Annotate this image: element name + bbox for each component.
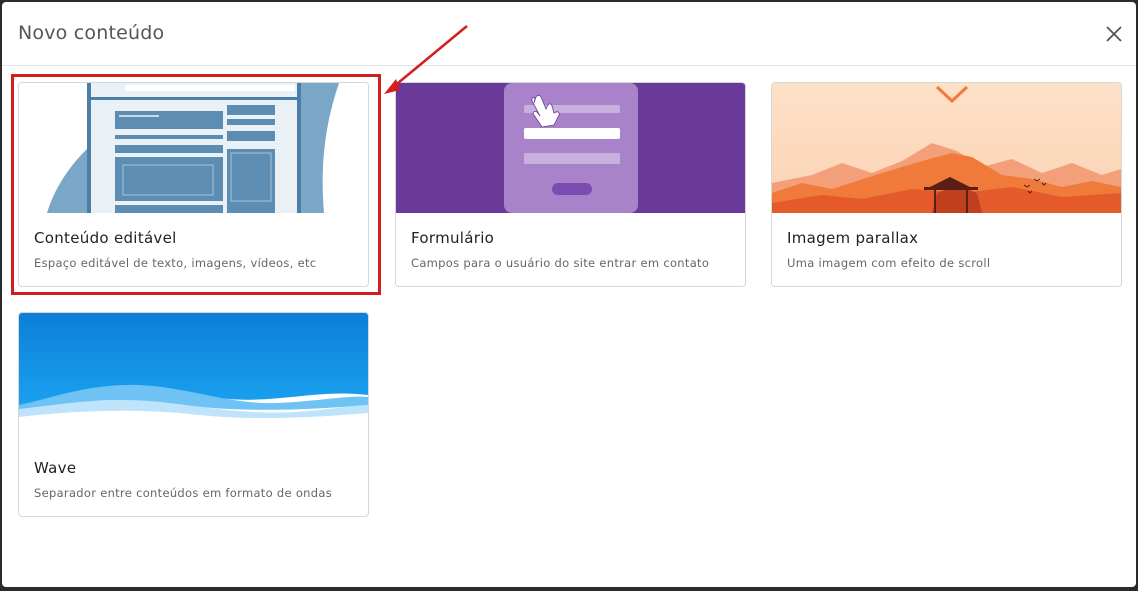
card-title: Imagem parallax [787, 229, 919, 247]
card-title: Wave [34, 459, 77, 477]
editable-content-thumbnail [19, 83, 368, 213]
card-description: Separador entre conteúdos em formato de … [34, 486, 332, 500]
close-button[interactable] [1102, 22, 1126, 46]
close-icon [1106, 26, 1122, 42]
modal-header: Novo conteúdo [2, 2, 1136, 66]
card-description: Espaço editável de texto, imagens, vídeo… [34, 256, 317, 270]
card-title: Conteúdo editável [34, 229, 177, 247]
card-editable-content[interactable]: Conteúdo editável Espaço editável de tex… [18, 82, 369, 287]
card-parallax-image[interactable]: Imagem parallax Uma imagem com efeito de… [771, 82, 1122, 287]
card-title: Formulário [411, 229, 495, 247]
card-form[interactable]: Formulário Campos para o usuário do site… [395, 82, 746, 287]
card-description: Uma imagem com efeito de scroll [787, 256, 991, 270]
card-description: Campos para o usuário do site entrar em … [411, 256, 710, 270]
wave-thumbnail [19, 313, 368, 443]
form-thumbnail [396, 83, 745, 213]
card-wave[interactable]: Wave Separador entre conteúdos em format… [18, 312, 369, 517]
parallax-image-thumbnail [772, 83, 1121, 213]
modal-title: Novo conteúdo [18, 22, 165, 44]
